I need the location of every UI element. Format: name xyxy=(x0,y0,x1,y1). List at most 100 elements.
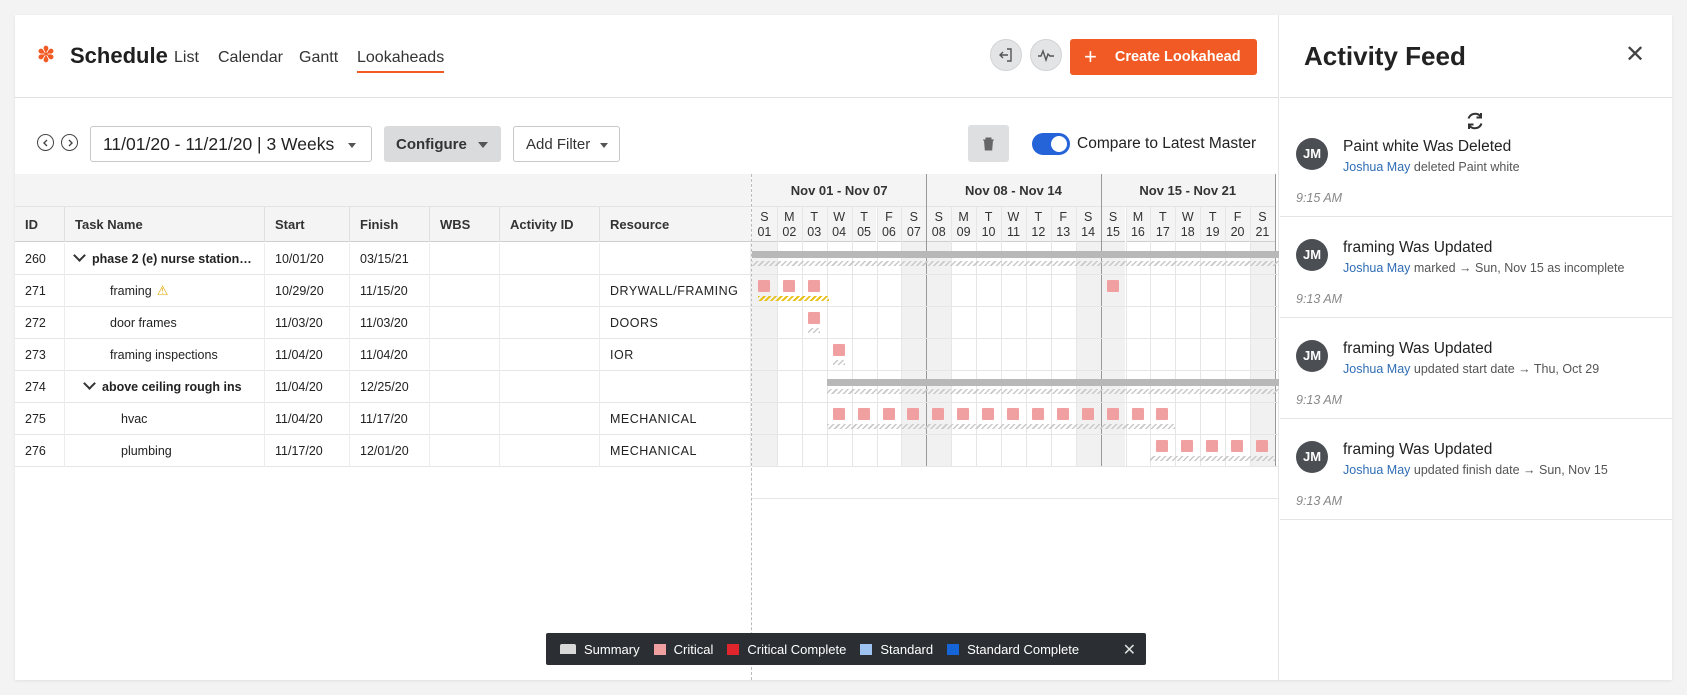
chevron-down-icon[interactable] xyxy=(83,377,96,390)
column-header-id[interactable]: ID xyxy=(15,207,65,242)
legend-close-icon[interactable]: ✕ xyxy=(1123,640,1136,660)
day-header: W 04 xyxy=(826,207,852,242)
tab-calendar[interactable]: Calendar xyxy=(218,49,283,67)
table-row[interactable]: 274 above ceiling rough ins 11/04/20 12/25/… xyxy=(15,371,751,403)
feed-item[interactable]: JM Paint white Was Deleted Joshua May dele… xyxy=(1280,116,1672,217)
critical-task-block[interactable] xyxy=(1156,440,1169,452)
day-number: 14 xyxy=(1081,225,1096,239)
cell-id: 272 xyxy=(15,307,65,339)
critical-task-block[interactable] xyxy=(857,408,870,420)
user-link[interactable]: Joshua May xyxy=(1343,160,1410,174)
critical-task-block[interactable] xyxy=(832,344,845,356)
table-row[interactable]: 276 plumbing 11/17/20 12/01/20 MECHANICAL xyxy=(15,435,751,467)
critical-task-block[interactable] xyxy=(782,280,795,292)
summary-bar[interactable] xyxy=(752,251,1279,258)
day-number: 03 xyxy=(807,225,822,239)
next-range-button[interactable] xyxy=(61,134,78,151)
tab-list[interactable]: List xyxy=(174,49,199,67)
feed-item[interactable]: JM framing Was Updated Joshua May marked →… xyxy=(1280,217,1672,318)
column-header-wbs[interactable]: WBS xyxy=(430,207,500,242)
critical-task-block[interactable] xyxy=(1056,408,1069,420)
table-row[interactable]: 272 door frames 11/03/20 11/03/20 DOORS xyxy=(15,307,751,339)
critical-task-block[interactable] xyxy=(1081,408,1094,420)
column-header-task-name[interactable]: Task Name xyxy=(65,207,265,242)
critical-task-block[interactable] xyxy=(758,280,770,292)
cell-id: 274 xyxy=(15,371,65,403)
day-number: 02 xyxy=(782,225,797,239)
critical-task-block[interactable] xyxy=(807,312,820,324)
add-filter-select[interactable]: Add Filter xyxy=(513,126,620,162)
column-header-resource[interactable]: Resource xyxy=(600,207,751,242)
compare-toggle[interactable] xyxy=(1032,133,1070,155)
create-lookahead-button[interactable]: + Create Lookahead xyxy=(1070,39,1257,75)
critical-task-block[interactable] xyxy=(1106,280,1119,292)
critical-task-block[interactable] xyxy=(1007,408,1019,420)
critical-task-block[interactable] xyxy=(1031,408,1044,420)
day-number: 16 xyxy=(1130,225,1145,239)
day-number: 21 xyxy=(1255,225,1270,239)
day-gridline xyxy=(1200,207,1202,466)
column-header-activity-id[interactable]: Activity ID xyxy=(500,207,600,242)
week-header: Nov 15 - Nov 21 xyxy=(1100,174,1275,207)
user-link[interactable]: Joshua May xyxy=(1343,362,1410,376)
critical-task-block[interactable] xyxy=(1131,408,1144,420)
feed-item[interactable]: JM framing Was Updated Joshua May updated … xyxy=(1280,419,1672,520)
feed-item-text: updated start date → Thu, Oct 29 xyxy=(1413,362,1600,376)
cell-wbs xyxy=(430,307,500,339)
table-row[interactable]: 260 phase 2 (e) nurse station… 10/01/20 03/… xyxy=(15,243,751,275)
critical-task-block[interactable] xyxy=(882,408,895,420)
day-letter: S xyxy=(1258,210,1267,224)
chevron-down-icon[interactable] xyxy=(73,249,86,262)
export-button[interactable] xyxy=(990,39,1022,71)
critical-task-block[interactable] xyxy=(1206,440,1219,452)
critical-task-block[interactable] xyxy=(982,408,995,420)
configure-button[interactable]: Configure xyxy=(384,126,501,162)
table-row[interactable]: 271 framing ⚠ 10/29/20 11/15/20 DRYWALL/FRAMI… xyxy=(15,275,751,307)
table-header: ID Task Name Start Finish WBS Activity I… xyxy=(15,207,751,242)
tab-gantt[interactable]: Gantt xyxy=(299,49,338,67)
gantt-chart: Nov 01 - Nov 07 Nov 08 - Nov 14 Nov 15 - N… xyxy=(751,174,1279,680)
legend-label: Summary xyxy=(584,641,640,657)
summary-bar[interactable] xyxy=(826,379,1279,386)
critical-task-block[interactable] xyxy=(932,408,945,420)
delete-button[interactable] xyxy=(968,125,1009,162)
column-header-finish[interactable]: Finish xyxy=(350,207,430,242)
day-number: 10 xyxy=(981,225,996,239)
tab-lookaheads[interactable]: Lookaheads xyxy=(357,49,445,73)
cell-id: 275 xyxy=(15,403,65,435)
date-range-select[interactable]: 11/01/20 - 11/21/20 | 3 Weeks xyxy=(90,126,372,162)
feed-item-time: 9:13 AM xyxy=(1296,393,1343,407)
task-name-text: hvac xyxy=(121,412,148,426)
critical-task-block[interactable] xyxy=(957,408,970,420)
weekend-shade xyxy=(1250,242,1275,466)
critical-task-block[interactable] xyxy=(907,408,920,420)
critical-task-block[interactable] xyxy=(1181,440,1194,452)
column-header-start[interactable]: Start xyxy=(265,207,350,242)
day-letter: S xyxy=(934,210,943,224)
legend-swatch xyxy=(653,643,666,655)
critical-task-block[interactable] xyxy=(1156,408,1169,420)
user-link[interactable]: Joshua May xyxy=(1343,261,1410,275)
critical-task-block[interactable] xyxy=(807,280,820,292)
previous-range-button[interactable] xyxy=(37,134,54,151)
critical-task-block[interactable] xyxy=(832,408,845,420)
day-header: F 20 xyxy=(1225,207,1250,242)
cell-start: 11/04/20 xyxy=(265,403,350,435)
weekend-shade xyxy=(926,242,952,466)
critical-task-block[interactable] xyxy=(1256,440,1268,452)
critical-task-block[interactable] xyxy=(1106,408,1119,420)
table-row[interactable]: 273 framing inspections 11/04/20 11/04/20 IO… xyxy=(15,339,751,371)
day-letter: T xyxy=(810,210,819,224)
legend-label: Standard xyxy=(880,641,934,657)
legend-swatch xyxy=(860,643,873,655)
user-link[interactable]: Joshua May xyxy=(1343,463,1410,477)
close-icon[interactable]: ✕ xyxy=(1625,43,1645,67)
activity-button[interactable] xyxy=(1030,39,1062,71)
day-gridline xyxy=(1175,207,1177,466)
feed-item[interactable]: JM framing Was Updated Joshua May updated … xyxy=(1280,318,1672,419)
critical-task-block[interactable] xyxy=(1231,440,1244,452)
day-header: S 14 xyxy=(1075,207,1101,242)
table-row[interactable]: 275 hvac 11/04/20 11/17/20 MECHANICAL xyxy=(15,403,751,435)
schedule-panel: ✽ Schedule List Calendar Gantt Lookahead… xyxy=(15,15,1279,680)
cell-activity-id xyxy=(500,275,600,307)
